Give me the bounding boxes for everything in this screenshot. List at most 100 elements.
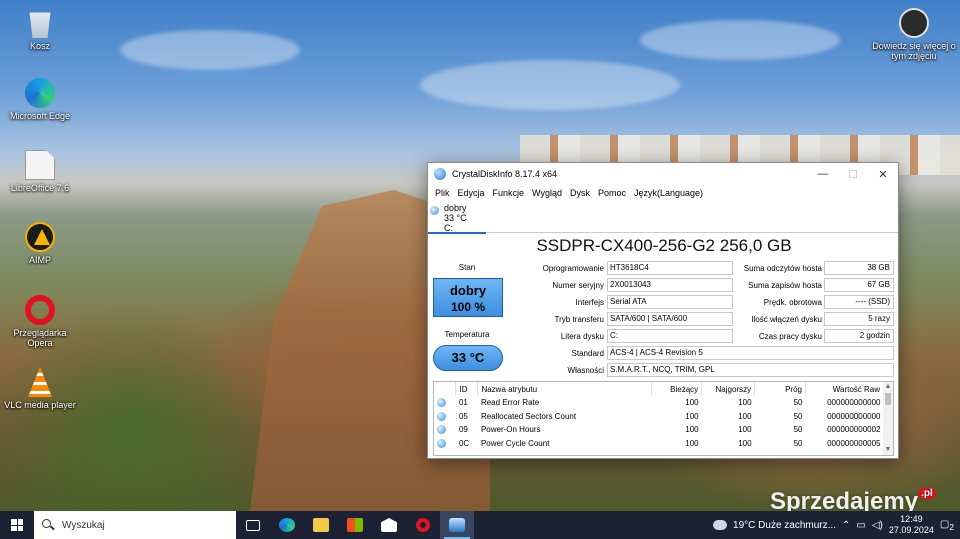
smart-worst: 100 — [738, 411, 752, 421]
task-view-button[interactable] — [236, 511, 270, 539]
menu-pomoc[interactable]: Pomoc — [595, 188, 629, 198]
power-on-count-value: 5 razy — [824, 312, 894, 326]
table-row[interactable]: 09 Power-On Hours 100 100 50 00000000000… — [434, 423, 884, 437]
status-dot-icon — [437, 411, 446, 421]
smart-threshold: 50 — [793, 398, 803, 408]
temperature-label: Temperatura — [444, 330, 490, 339]
search-placeholder: Wyszukaj — [62, 519, 105, 531]
task-view-icon — [246, 519, 260, 531]
crystaldiskinfo-window: CrystalDiskInfo 8.17.4 x64 — ☐ ✕ Plik Ed… — [427, 162, 899, 459]
smart-scrollbar[interactable]: ▲ ▼ — [883, 382, 893, 455]
power-on-count-label: Ilość włączeń dysku — [751, 315, 822, 324]
camera-icon — [899, 8, 929, 38]
notifications-icon[interactable]: ▢2 — [940, 519, 954, 532]
folder-icon — [313, 518, 329, 532]
smart-name: Power Cycle Count — [480, 438, 550, 448]
menu-plik[interactable]: Plik — [432, 188, 453, 198]
taskbar-crystaldiskinfo[interactable] — [440, 511, 474, 539]
smart-threshold: 50 — [793, 425, 803, 435]
weather-text[interactable]: 19°C Duże zachmurz... — [733, 520, 836, 531]
smart-header-id[interactable]: ID — [455, 382, 479, 396]
scroll-up-icon[interactable]: ▲ — [883, 382, 893, 392]
transfer-mode-value: SATA/600 | SATA/600 — [607, 312, 733, 326]
menu-language[interactable]: Język(Language) — [631, 188, 706, 198]
temperature-value[interactable]: 33 °C — [433, 345, 503, 371]
smart-header-worst[interactable]: Najgorszy — [701, 382, 756, 396]
menu-bar: Plik Edycja Funkcje Wygląd Dysk Pomoc Ję… — [428, 185, 898, 201]
crystaldiskinfo-icon — [449, 518, 465, 532]
maximize-button[interactable]: ☐ — [838, 163, 868, 185]
title-bar[interactable]: CrystalDiskInfo 8.17.4 x64 — ☐ ✕ — [428, 163, 898, 185]
desktop-icon-vlc[interactable]: VLC media player — [2, 367, 78, 410]
taskbar-edge[interactable] — [270, 511, 304, 539]
weather-cloud-icon — [713, 520, 728, 530]
smart-raw: 000000000002 — [827, 425, 881, 435]
table-row[interactable]: 01 Read Error Rate 100 100 50 0000000000… — [434, 396, 884, 410]
disk-tab-status: dobry — [444, 203, 467, 213]
status-dot-icon — [437, 438, 446, 448]
watermark-suffix: .pl — [918, 488, 936, 499]
table-row[interactable]: 0C Power Cycle Count 100 100 50 00000000… — [434, 437, 884, 451]
smart-current: 100 — [685, 398, 699, 408]
desktop-icon-label: Przeglądarka Opera — [13, 328, 67, 348]
menu-edycja[interactable]: Edycja — [455, 188, 488, 198]
desktop-icon-recycle-bin[interactable]: Kosz — [2, 8, 78, 51]
smart-current: 100 — [685, 438, 699, 448]
smart-header-row: ID Nazwa atrybutu Bieżący Najgorszy Próg… — [434, 382, 884, 396]
smart-id: 01 — [458, 398, 468, 408]
health-percent: 100 % — [450, 300, 486, 314]
store-icon — [347, 518, 363, 532]
scroll-thumb[interactable] — [885, 393, 891, 405]
desktop-icon-aimp[interactable]: AIMP — [2, 222, 78, 265]
menu-funkcje[interactable]: Funkcje — [490, 188, 528, 198]
smart-header-name[interactable]: Nazwa atrybutu — [477, 382, 653, 396]
table-row[interactable]: 05 Reallocated Sectors Count 100 100 50 … — [434, 410, 884, 424]
taskbar-file-explorer[interactable] — [304, 511, 338, 539]
network-icon[interactable]: ▭ — [856, 520, 865, 531]
desktop-icon-photo-info[interactable]: Dowiedz się więcej o tym zdjęciu — [872, 8, 956, 61]
desktop-icon-opera[interactable]: Przeglądarka Opera — [2, 295, 78, 348]
edge-icon — [25, 78, 55, 108]
desktop-icon-label: LibreOffice 7.6 — [10, 183, 70, 193]
standard-value: ACS-4 | ACS-4 Revision 5 — [607, 346, 894, 360]
taskbar-mail[interactable] — [372, 511, 406, 539]
minimize-button[interactable]: — — [808, 163, 838, 185]
taskbar-search[interactable]: Wyszukaj — [34, 511, 236, 539]
scroll-down-icon[interactable]: ▼ — [883, 445, 893, 455]
smart-worst: 100 — [738, 438, 752, 448]
desktop-icon-label: AIMP — [28, 255, 51, 265]
smart-current: 100 — [685, 411, 699, 421]
firmware-label: Oprogramowanie — [542, 264, 604, 273]
health-status-button[interactable]: dobry 100 % — [433, 278, 503, 317]
rotation-rate-label: Prędk. obrotowa — [763, 298, 822, 307]
taskbar-opera[interactable] — [406, 511, 440, 539]
disk-tab-c[interactable]: dobry 33 °C C: — [428, 203, 486, 234]
desktop-icon-label: Dowiedz się więcej o tym zdjęciu — [872, 41, 956, 61]
start-button[interactable] — [0, 511, 34, 539]
speaker-icon[interactable]: ◁) — [872, 520, 883, 531]
menu-dysk[interactable]: Dysk — [567, 188, 593, 198]
desktop-icon-edge[interactable]: Microsoft Edge — [2, 78, 78, 121]
chevron-up-icon[interactable]: ⌃ — [842, 520, 850, 531]
health-status: dobry — [449, 283, 487, 298]
opera-icon — [416, 518, 430, 532]
host-reads-label: Suma odczytów hosta — [743, 264, 822, 273]
desktop-icon-libreoffice[interactable]: LibreOffice 7.6 — [2, 150, 78, 193]
smart-header-raw[interactable]: Wartość Raw — [805, 382, 884, 396]
smart-status-cell — [434, 410, 456, 424]
taskbar-store[interactable] — [338, 511, 372, 539]
smart-worst: 100 — [738, 425, 752, 435]
smart-raw: 000000000000 — [827, 411, 881, 421]
power-on-hours-label: Czas pracy dysku — [758, 332, 822, 341]
clock[interactable]: 12:49 27.09.2024 — [889, 514, 934, 536]
cloud — [420, 60, 680, 110]
menu-wyglad[interactable]: Wygląd — [529, 188, 565, 198]
notification-count: 2 — [949, 521, 954, 532]
status-dot-icon — [437, 398, 446, 408]
close-button[interactable]: ✕ — [868, 163, 898, 185]
smart-name: Read Error Rate — [480, 398, 540, 408]
smart-header-current[interactable]: Bieżący — [651, 382, 703, 396]
smart-name: Reallocated Sectors Count — [480, 411, 577, 421]
smart-header-threshold[interactable]: Próg — [754, 382, 806, 396]
smart-header-status — [434, 382, 457, 396]
